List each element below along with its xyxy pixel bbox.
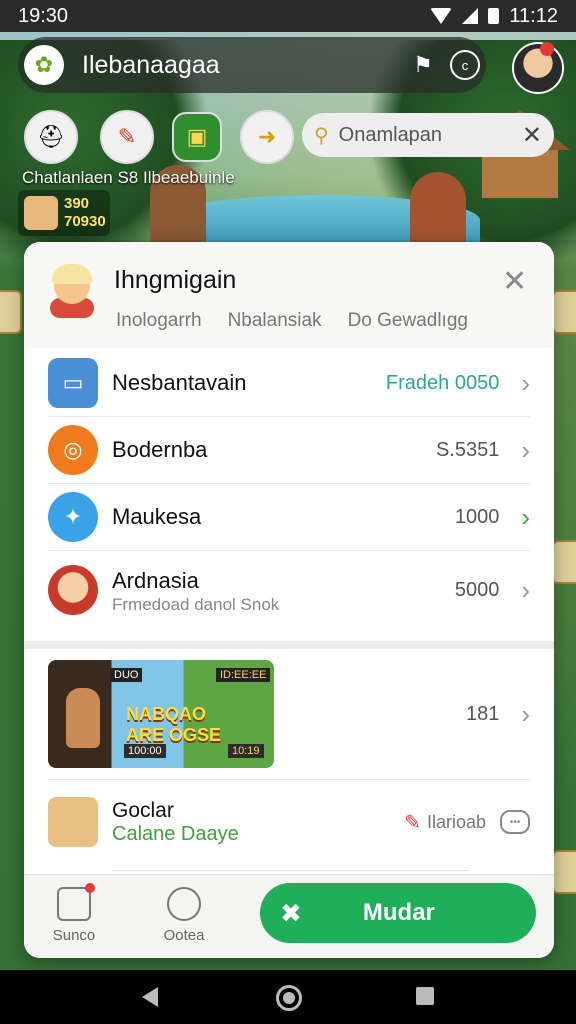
promo-tag: ID:EE:EE	[216, 668, 271, 682]
banner-subtitle: Chatlanlaen S8 Ilbeaebuinle	[22, 168, 235, 187]
row-value: 5000	[454, 578, 500, 601]
badge-label: Ilarioab	[426, 811, 486, 832]
row-value: S.5351	[435, 438, 500, 461]
promo-tag: 100:00	[124, 744, 166, 758]
promo-tag: 10:19	[228, 744, 264, 758]
score-card: 390 70930	[18, 190, 110, 236]
promo-tag: DUO	[110, 668, 143, 682]
recent-apps-icon[interactable]	[416, 987, 434, 1005]
map-icon[interactable]: ⚑	[402, 44, 444, 86]
bird-icon: ✦	[48, 492, 98, 542]
promo-item[interactable]: DUO ID:EE:EE NABQAO ARE OGSE 100:00 10:1…	[48, 649, 530, 780]
search-placeholder: Onamlapan	[338, 123, 443, 146]
x-icon: ✖	[280, 897, 302, 928]
back-icon[interactable]	[142, 987, 158, 1007]
tab-3[interactable]: Do Gewadlıgg	[348, 310, 468, 332]
bottom-item-2[interactable]: Ootea	[144, 887, 224, 944]
modal-header: Ihngmigain ✕ Inologarrh Nbalansiak Do Ge…	[24, 242, 554, 348]
scroll-icon[interactable]: ▣	[172, 112, 222, 162]
score-value: 390	[64, 195, 90, 212]
bottom-item-1[interactable]: Sunco	[34, 883, 114, 944]
modal-title: Ihngmigain	[114, 266, 237, 294]
row-label: Maukesa	[112, 504, 202, 529]
avatar-icon	[48, 565, 98, 615]
pin-icon: ✎	[404, 811, 421, 834]
close-icon[interactable]: ✕	[522, 121, 542, 150]
notification-dot	[540, 42, 554, 56]
helmet-icon[interactable]: ⛑	[24, 110, 78, 164]
character-avatar-icon	[46, 264, 98, 318]
tab-1[interactable]: Inologarrh	[116, 310, 202, 332]
promo-title-line: ARE OGSE	[126, 725, 222, 745]
promo-title-line: NABQAO	[126, 704, 206, 724]
list-item[interactable]: Ardnasia Frmedoad danol Snok 5000 ›	[48, 551, 530, 629]
chevron-right-icon: ›	[521, 434, 530, 465]
list-item[interactable]: ✦ Maukesa 1000 ›	[48, 484, 530, 551]
brush-icon[interactable]: ✎	[100, 110, 154, 164]
modal-dialog: Ihngmigain ✕ Inologarrh Nbalansiak Do Ge…	[24, 242, 554, 958]
score-avatar	[24, 196, 58, 230]
row-label: Ardnasia	[112, 568, 199, 593]
modal-list: ▭ Nesbantavain Fradeh 0050 › ◎ Bodernba …	[24, 350, 554, 871]
navigation-bar	[0, 970, 576, 1024]
chat-icon[interactable]: •••	[500, 810, 530, 834]
list-item[interactable]: ▭ Nesbantavain Fradeh 0050 ›	[48, 350, 530, 417]
mudar-button[interactable]: ✖ Mudar	[260, 883, 536, 943]
promo-image: DUO ID:EE:EE NABQAO ARE OGSE 100:00 10:1…	[48, 660, 274, 768]
signal-icon	[462, 8, 479, 24]
search-icon: ⚲	[314, 124, 329, 147]
promo-title: NABQAO ARE OGSE	[126, 704, 221, 746]
cta-label: Mudar	[362, 899, 435, 926]
tab-2[interactable]: Nbalansiak	[228, 310, 322, 332]
compass-icon	[167, 887, 201, 921]
game-subtitle: Calane Daaye	[112, 822, 239, 845]
top-bar: ✿ Ilebanaagaa ⚑ c	[18, 37, 486, 93]
bus-icon: ▭	[48, 358, 98, 408]
bottom-bar: Sunco Ootea ✖ Mudar	[24, 874, 554, 958]
section-divider	[24, 641, 554, 649]
row-label: Bodernba	[112, 437, 208, 462]
divider	[112, 870, 468, 871]
game-title: Goclar	[112, 798, 174, 822]
row-sublabel: Frmedoad danol Snok	[112, 595, 280, 614]
row-value: Fradeh 0050	[385, 371, 500, 394]
chevron-right-icon: ›	[521, 367, 530, 398]
score-value-secondary: 70930	[64, 213, 106, 230]
promo-value: 181	[465, 702, 500, 725]
chevron-right-icon: ›	[521, 501, 530, 532]
chevron-right-icon: ›	[521, 698, 530, 729]
wifi-icon	[430, 8, 453, 24]
status-bar: 19:30 11:12	[0, 0, 576, 32]
profile-avatar[interactable]	[512, 42, 564, 94]
game-badge: ✎ Ilarioab	[404, 810, 486, 835]
row-label: Nesbantavain	[112, 370, 247, 395]
row-value: 1000	[454, 505, 500, 528]
bottom-item-label: Ootea	[163, 927, 205, 944]
arrow-icon[interactable]: ➜	[240, 110, 294, 164]
game-character-icon	[48, 797, 98, 847]
modal-tabs: Inologarrh Nbalansiak Do Gewadlıgg	[116, 310, 468, 332]
status-time: 19:30	[18, 4, 69, 27]
status-clock: 11:12	[509, 4, 558, 27]
chevron-right-icon: ›	[521, 574, 530, 605]
game-row[interactable]: Goclar Calane Daaye ✎ Ilarioab •••	[48, 780, 530, 864]
search-field[interactable]: ⚲ Onamlapan ✕	[302, 113, 554, 157]
clock-icon[interactable]: c	[444, 44, 486, 86]
close-icon[interactable]: ✕	[502, 264, 527, 299]
app-logo[interactable]: ✿	[24, 45, 64, 85]
list-item[interactable]: ◎ Bodernba S.5351 ›	[48, 417, 530, 484]
home-icon	[57, 883, 95, 921]
swirl-icon: ◎	[48, 425, 98, 475]
warrior-figure	[66, 688, 100, 748]
battery-icon	[488, 8, 500, 24]
home-button-icon[interactable]	[276, 985, 302, 1011]
app-title: Ilebanaagaa	[82, 50, 220, 79]
bottom-item-label: Sunco	[52, 927, 96, 944]
